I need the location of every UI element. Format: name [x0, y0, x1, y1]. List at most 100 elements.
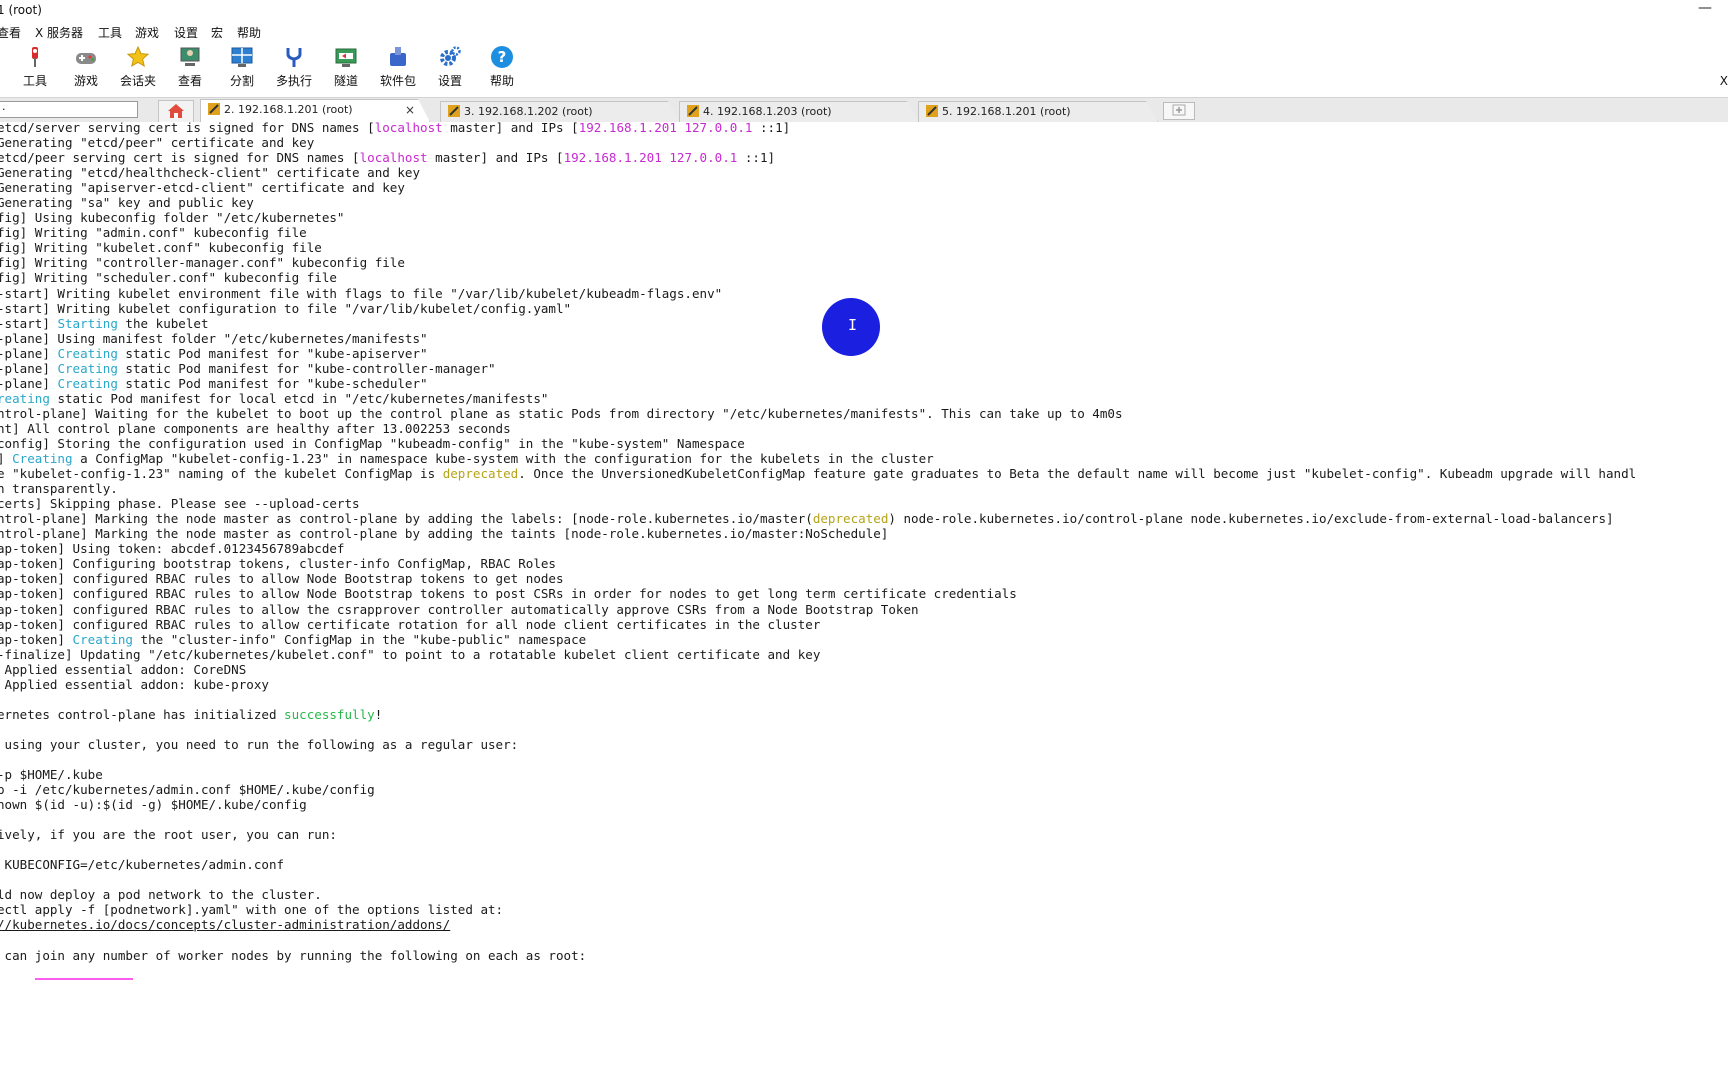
new-tab-button[interactable] — [1163, 102, 1195, 120]
multiexec-button[interactable]: 多执行 — [271, 45, 317, 89]
terminal-segment: etcd/peer serving cert is signed for DNS… — [0, 150, 360, 166]
packages-button[interactable]: 软件包 — [375, 45, 421, 89]
menu-view[interactable]: 查看 — [0, 24, 21, 41]
terminal-segment: a ConfigMap "kubelet-config-1.23" in nam… — [72, 451, 934, 467]
help-button[interactable]: ? 帮助 — [479, 45, 525, 89]
view-button[interactable]: 查看 — [167, 45, 213, 89]
minimize-button[interactable]: — — [1698, 0, 1712, 16]
plus-icon — [1172, 104, 1186, 116]
terminal-line: Generating "sa" key and public key — [0, 195, 1636, 210]
sessions-label: 会话夹 — [119, 74, 156, 88]
settings-label: 设置 — [437, 74, 462, 88]
gear-icon — [440, 46, 461, 66]
terminal-text: etcd/server serving cert is signed for D… — [0, 122, 1636, 980]
menu-macro[interactable]: 宏 — [211, 24, 223, 41]
terminal-segment: KUBECONFIG=/etc/kubernetes/admin.conf — [0, 857, 285, 873]
menu-games[interactable]: 游戏 — [135, 24, 159, 41]
session-tab-bar: · 2. 192.168.1.201 (root) × 3. 192.168.1… — [0, 97, 1728, 123]
terminal-line: -finalize] Updating "/etc/kubernetes/kub… — [0, 647, 1636, 662]
packages-label: 软件包 — [379, 74, 416, 88]
terminal-line: ntrol-plane] Waiting for the kubelet to … — [0, 406, 1636, 421]
home-tab[interactable] — [158, 100, 194, 123]
terminal-line: Generating "etcd/healthcheck-client" cer… — [0, 165, 1636, 180]
terminal-line: -start] Writing kubelet configuration to… — [0, 301, 1636, 316]
quick-connect-input[interactable]: · — [0, 101, 138, 118]
terminal-segment: n transparently. — [0, 481, 118, 497]
tab-session-5[interactable]: 5. 192.168.1.201 (root) — [918, 101, 1158, 122]
home-icon — [168, 104, 184, 118]
terminal-segment: ntrol-plane] Waiting for the kubelet to … — [0, 405, 1123, 421]
terminal-segment: Generating "apiserver-etcd-client" certi… — [0, 180, 405, 196]
monitor-icon — [180, 47, 200, 66]
star-icon — [126, 45, 150, 68]
menu-help[interactable]: 帮助 — [237, 24, 261, 41]
terminal-segment: Creating — [57, 345, 118, 361]
terminal-segment: deprecated — [812, 511, 889, 527]
terminal-segment: fig] Writing "scheduler.conf" kubeconfig… — [0, 270, 337, 286]
terminal-segment: ! — [374, 706, 383, 722]
terminal-line: ] Creating a ConfigMap "kubelet-config-1… — [0, 451, 1636, 466]
settings-button[interactable]: 设置 — [427, 45, 473, 89]
tools-icon — [32, 47, 38, 67]
terminal-segment: deprecated — [442, 466, 519, 482]
terminal-segment: Creating — [57, 375, 118, 391]
terminal-segment: nt] All control plane components are hea… — [0, 420, 511, 436]
side-panel-toggle[interactable]: X — [1720, 74, 1728, 88]
terminal-segment: p -i /etc/kubernetes/admin.conf $HOME/.k… — [0, 782, 375, 798]
terminal-line: ntrol-plane] Marking the node master as … — [0, 526, 1636, 541]
terminal-segment: localhost — [359, 150, 428, 166]
terminal-line: can join any number of worker nodes by r… — [0, 948, 1636, 963]
terminal-line: fig] Writing "controller-manager.conf" k… — [0, 255, 1636, 270]
terminal-segment: -start] Writing kubelet environment file… — [0, 285, 723, 301]
sessions-button[interactable]: 会话夹 — [115, 45, 161, 89]
terminal-segment: -plane] — [0, 360, 58, 376]
terminal-segment: -start] Writing kubelet configuration to… — [0, 300, 572, 316]
terminal-line: Applied essential addon: CoreDNS — [0, 662, 1636, 677]
terminal-segment: -p $HOME/.kube — [0, 767, 103, 783]
terminal-line: fig] Writing "kubelet.conf" kubeconfig f… — [0, 240, 1636, 255]
terminal-segment: Creating — [57, 360, 118, 376]
terminal-segment: ap-token] Configuring bootstrap tokens, … — [0, 556, 556, 572]
terminal-line: etcd/peer serving cert is signed for DNS… — [0, 150, 1636, 165]
terminal-segment: ap-token] — [0, 631, 73, 647]
terminal-segment: fig] Writing "admin.conf" kubeconfig fil… — [0, 225, 307, 241]
close-icon[interactable]: × — [405, 100, 415, 120]
terminal-output[interactable]: etcd/server serving cert is signed for D… — [0, 122, 1728, 980]
terminal-segment: Creating — [72, 631, 133, 647]
games-button[interactable]: 游戏 — [63, 45, 109, 89]
split-button[interactable]: 分割 — [219, 45, 265, 89]
menu-settings[interactable]: 设置 — [174, 24, 198, 41]
terminal-line: ntrol-plane] Marking the node master as … — [0, 511, 1636, 526]
terminal-line: //kubernetes.io/docs/concepts/cluster-ad… — [0, 917, 1636, 932]
terminal-line: n transparently. — [0, 481, 1636, 496]
terminal-tab-icon — [448, 105, 460, 117]
tab-session-3[interactable]: 3. 192.168.1.202 (root) — [440, 101, 680, 122]
terminal-line: -start] Writing kubelet environment file… — [0, 286, 1636, 301]
menu-tools[interactable]: 工具 — [98, 24, 122, 41]
terminal-line: -start] Starting the kubelet — [0, 316, 1636, 331]
terminal-line: -plane] Using manifest folder "/etc/kube… — [0, 331, 1636, 346]
terminal-segment: . Once the UnversionedKubeletConfigMap f… — [518, 466, 1637, 482]
tab-session-4[interactable]: 4. 192.168.1.203 (root) — [679, 101, 919, 122]
terminal-line: hown $(id -u):$(id -g) $HOME/.kube/confi… — [0, 797, 1636, 812]
menu-xserver[interactable]: X 服务器 — [35, 24, 83, 41]
split-label: 分割 — [229, 74, 254, 88]
terminal-line: -p $HOME/.kube — [0, 767, 1636, 782]
terminal-segment: ap-token] Using token: abcdef.0123456789… — [0, 541, 345, 557]
terminal-segment: 192.168.1.201 — [34, 977, 133, 980]
view-label: 查看 — [177, 74, 202, 88]
terminal-segment: ap-token] configured RBAC rules to allow… — [0, 571, 564, 587]
tab-session-2[interactable]: 2. 192.168.1.201 (root) × — [200, 99, 430, 122]
terminal-tab-icon — [208, 103, 220, 115]
tools-button[interactable]: 工具 — [12, 45, 58, 89]
tunnel-button[interactable]: 隧道 — [323, 45, 369, 89]
svg-text:?: ? — [498, 48, 507, 66]
terminal-line: ively, if you are the root user, you can… — [0, 827, 1636, 842]
terminal-line: using your cluster, you need to run the … — [0, 737, 1636, 752]
